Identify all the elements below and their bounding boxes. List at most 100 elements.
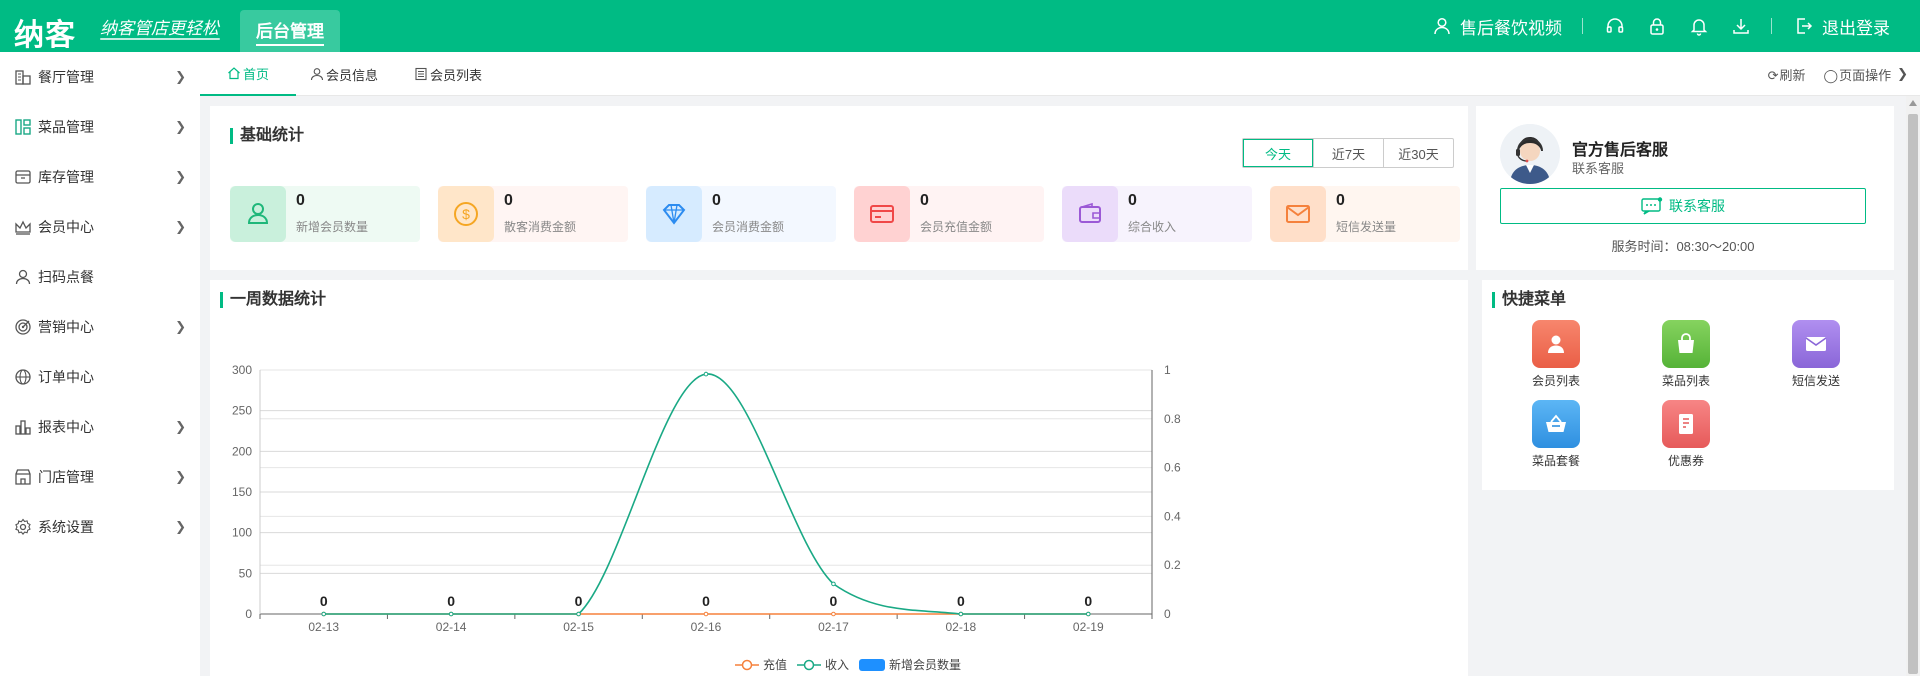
stat-value: 0 bbox=[1336, 192, 1345, 209]
data-point bbox=[831, 611, 836, 617]
tab-member-list[interactable]: 会员列表 bbox=[414, 52, 482, 96]
quick-coupon[interactable]: 优惠券 bbox=[1636, 400, 1736, 469]
sidebar-item-inventory[interactable]: 库存管理 ❯ bbox=[0, 152, 200, 202]
range-7d[interactable]: 近7天 bbox=[1313, 139, 1383, 167]
grid-icon bbox=[14, 118, 32, 136]
stat-new-members[interactable]: 0 新增会员数量 bbox=[230, 186, 420, 242]
y-left-tick-label: 300 bbox=[232, 363, 252, 377]
quick-dish-list[interactable]: 菜品列表 bbox=[1636, 320, 1736, 389]
lock-button[interactable] bbox=[1647, 16, 1667, 36]
header-divider bbox=[1582, 18, 1583, 34]
data-label: 0 bbox=[1084, 593, 1092, 609]
card-icon bbox=[854, 186, 910, 242]
archive-icon bbox=[14, 168, 32, 186]
coupon-icon bbox=[1662, 400, 1710, 448]
sidebar-item-dishes[interactable]: 菜品管理 ❯ bbox=[0, 102, 200, 152]
stat-value: 0 bbox=[296, 192, 305, 209]
chevron-right-icon: ❯ bbox=[175, 469, 186, 484]
sidebar-item-label: 订单中心 bbox=[38, 369, 94, 385]
stat-walkin-spend[interactable]: $ 0 散客消费金额 bbox=[438, 186, 628, 242]
stat-total-income[interactable]: 0 综合收入 bbox=[1062, 186, 1252, 242]
user-menu[interactable]: 售后餐饮视频 bbox=[1432, 14, 1562, 39]
contact-service-button[interactable]: 联系客服 bbox=[1500, 188, 1866, 224]
chart-legend: 充值 收入 新增会员数量 bbox=[735, 656, 971, 673]
y-right-tick-label: 0.8 bbox=[1164, 412, 1181, 426]
legend-bar-marker bbox=[859, 658, 886, 671]
sidebar-item-label: 营销中心 bbox=[38, 319, 94, 335]
refresh-label: 刷新 bbox=[1779, 67, 1806, 83]
sidebar-item-label: 扫码点餐 bbox=[38, 269, 94, 285]
support-button[interactable] bbox=[1605, 16, 1625, 36]
sidebar-item-restaurant[interactable]: 餐厅管理 ❯ bbox=[0, 52, 200, 102]
sidebar-item-stores[interactable]: 门店管理 ❯ bbox=[0, 452, 200, 502]
x-tick-label: 02-16 bbox=[691, 620, 722, 634]
diamond-icon bbox=[646, 186, 702, 242]
chevron-right-icon[interactable]: ❯ bbox=[1897, 66, 1908, 82]
chat-icon bbox=[1641, 197, 1663, 215]
sidebar-item-settings[interactable]: 系统设置 ❯ bbox=[0, 502, 200, 552]
range-30d[interactable]: 近30天 bbox=[1383, 139, 1453, 167]
slogan-underline bbox=[100, 38, 220, 40]
user-name: 售后餐饮视频 bbox=[1460, 18, 1562, 38]
quick-menu-label: 会员列表 bbox=[1531, 374, 1580, 388]
sidebar-item-members[interactable]: 会员中心 ❯ bbox=[0, 202, 200, 252]
quick-menu-label: 菜品套餐 bbox=[1531, 454, 1580, 468]
legend-label: 充值 bbox=[763, 658, 788, 672]
stat-member-spend[interactable]: 0 会员消费金额 bbox=[646, 186, 836, 242]
sidebar-item-orders[interactable]: 订单中心 bbox=[0, 352, 200, 402]
quick-sms-send[interactable]: 短信发送 bbox=[1766, 320, 1866, 389]
data-label: 0 bbox=[702, 593, 710, 609]
legend-item-topup[interactable]: 充值 bbox=[735, 656, 787, 673]
data-point bbox=[576, 611, 581, 617]
scrollbar-thumb[interactable] bbox=[1908, 114, 1918, 674]
sidebar-item-marketing[interactable]: 营销中心 ❯ bbox=[0, 302, 200, 352]
chevron-right-icon: ❯ bbox=[175, 169, 186, 184]
brand-logo[interactable]: 纳客 bbox=[14, 10, 76, 54]
data-label: 0 bbox=[575, 593, 583, 609]
service-card: 官方售后客服 联系客服 联系客服 服务时间：08:30～20:00 bbox=[1476, 106, 1894, 270]
y-right-tick-label: 0.2 bbox=[1164, 558, 1181, 572]
logout-button[interactable]: 退出登录 bbox=[1794, 14, 1890, 39]
refresh-button[interactable]: ⟳刷新 bbox=[1768, 65, 1806, 84]
data-label: 0 bbox=[830, 593, 838, 609]
quick-menu-label: 菜品列表 bbox=[1661, 374, 1710, 388]
tab-member-info[interactable]: 会员信息 bbox=[310, 52, 378, 96]
page-scrollbar[interactable] bbox=[1906, 96, 1920, 676]
page-ops-button[interactable]: ◯页面操作 bbox=[1824, 65, 1892, 84]
quick-menu-card: 快捷菜单 会员列表 菜品列表 短信发送 菜品套餐 优惠券 bbox=[1482, 280, 1894, 490]
y-right-tick-label: 0 bbox=[1164, 607, 1171, 621]
stat-value: 0 bbox=[712, 192, 721, 209]
service-hours: 服务时间：08:30～20:00 bbox=[1611, 239, 1755, 254]
stat-sms-sent[interactable]: 0 短信发送量 bbox=[1270, 186, 1460, 242]
stat-label: 会员消费金额 bbox=[712, 220, 785, 234]
user-icon bbox=[14, 268, 32, 286]
stat-member-topup[interactable]: 0 会员充值金额 bbox=[854, 186, 1044, 242]
legend-item-new-members[interactable]: 新增会员数量 bbox=[859, 656, 961, 673]
download-button[interactable] bbox=[1731, 16, 1751, 36]
data-point bbox=[321, 611, 327, 617]
y-left-tick-label: 0 bbox=[245, 607, 252, 621]
notification-button[interactable] bbox=[1689, 16, 1709, 36]
quick-member-list[interactable]: 会员列表 bbox=[1506, 320, 1606, 389]
basket-icon bbox=[1532, 400, 1580, 448]
module-tab-admin[interactable]: 后台管理 bbox=[240, 10, 340, 52]
gear-icon bbox=[14, 518, 32, 536]
legend-line-marker bbox=[797, 659, 822, 670]
sidebar-item-label: 会员中心 bbox=[38, 219, 94, 235]
list-icon bbox=[414, 67, 428, 81]
quick-dish-combo[interactable]: 菜品套餐 bbox=[1506, 400, 1606, 469]
member-icon bbox=[1532, 320, 1580, 368]
sidebar-item-label: 门店管理 bbox=[38, 469, 94, 485]
stat-label: 会员充值金额 bbox=[920, 220, 993, 234]
sidebar-item-scan-order[interactable]: 扫码点餐 bbox=[0, 252, 200, 302]
range-today[interactable]: 今天 bbox=[1243, 139, 1313, 167]
legend-label: 收入 bbox=[825, 658, 850, 672]
legend-item-income[interactable]: 收入 bbox=[797, 656, 849, 673]
tab-home[interactable]: 首页 bbox=[200, 52, 296, 96]
quick-menu-title: 快捷菜单 bbox=[1492, 292, 1566, 308]
range-selector: 今天 近7天 近30天 bbox=[1242, 138, 1454, 168]
header-divider bbox=[1771, 18, 1772, 34]
scroll-up-icon[interactable] bbox=[1909, 100, 1917, 106]
sidebar-item-reports[interactable]: 报表中心 ❯ bbox=[0, 402, 200, 452]
bar-chart-icon bbox=[14, 418, 32, 436]
